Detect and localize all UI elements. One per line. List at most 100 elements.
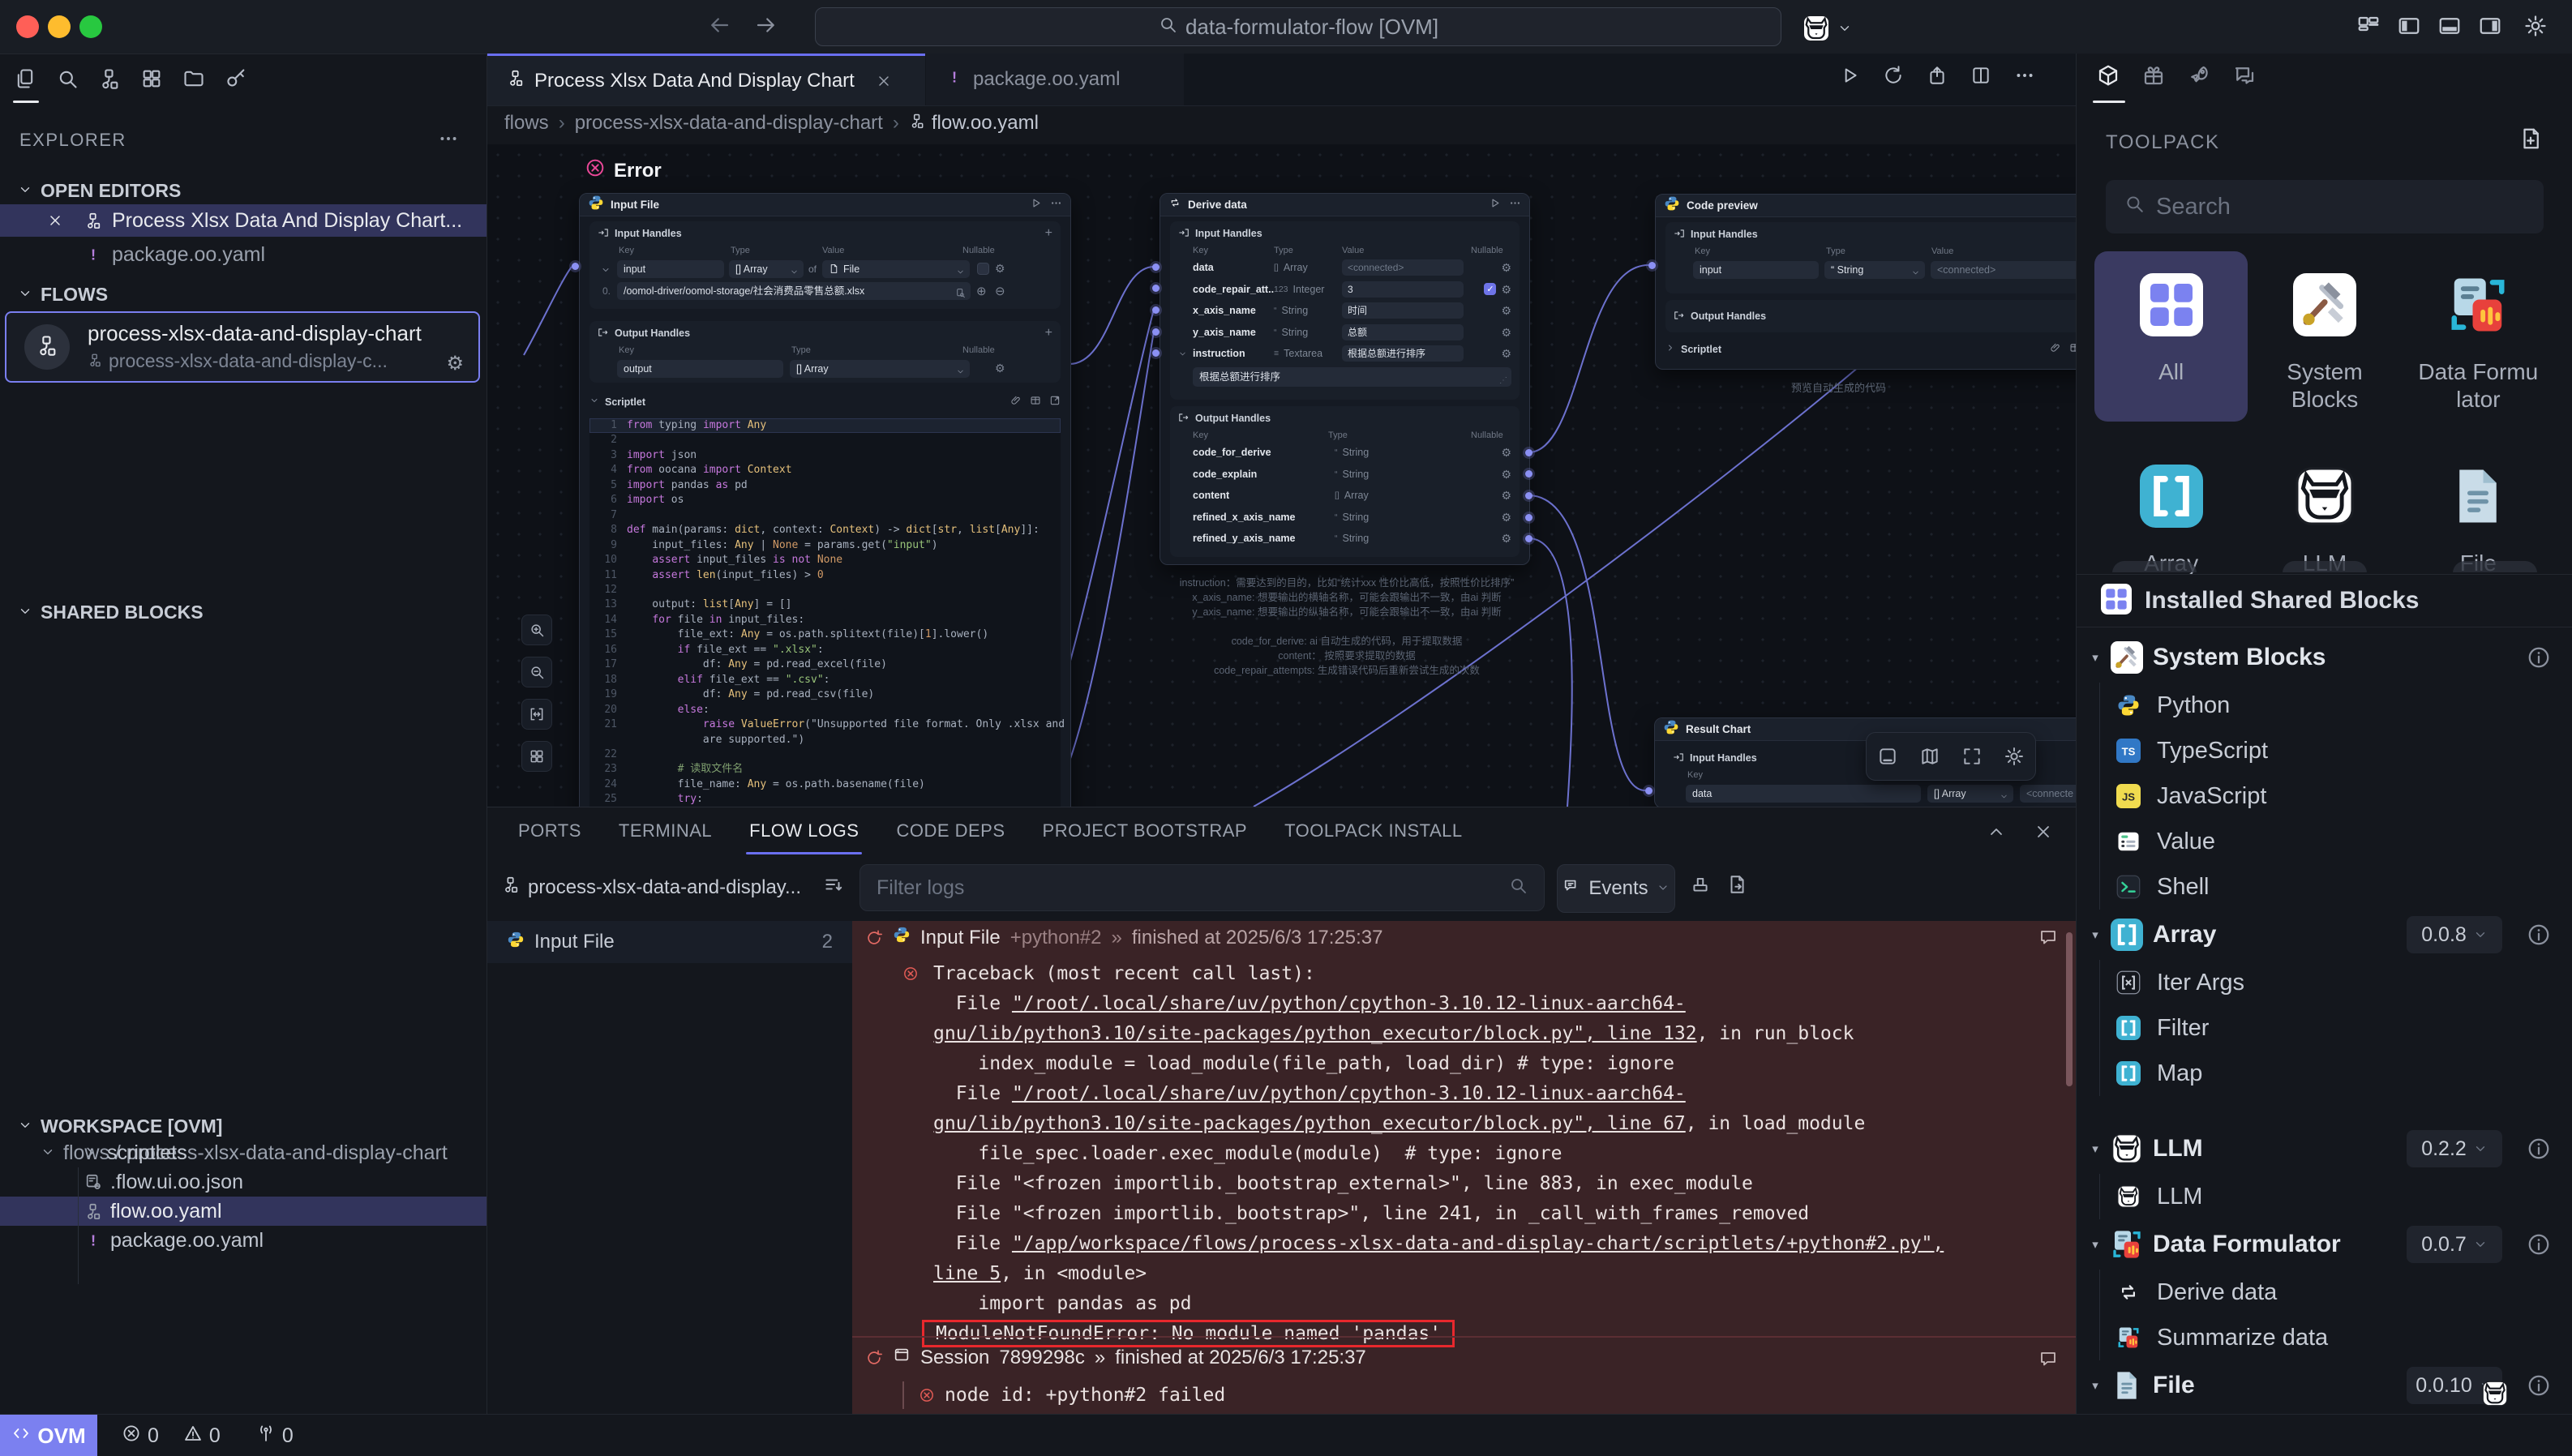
comment-icon[interactable] (2038, 927, 2058, 951)
installed-group-data-formulator[interactable]: ▾Data Formulator0.0.7 (2077, 1219, 2572, 1270)
info-icon[interactable] (2527, 1232, 2551, 1257)
warnings-status[interactable]: 0 (183, 1424, 221, 1449)
version-select[interactable]: 0.0.8 (2407, 916, 2502, 953)
layout-grid-icon[interactable] (2356, 14, 2381, 42)
handle-dot[interactable] (572, 263, 579, 270)
rerun-icon[interactable] (865, 929, 883, 947)
installed-block-derive-data[interactable]: Derive data (2100, 1270, 2572, 1315)
toggle-right-panel-icon[interactable] (2478, 14, 2502, 42)
handle-key-field[interactable]: input (1693, 261, 1819, 279)
handle-value-select[interactable]: File (822, 260, 970, 278)
installed-block-filter[interactable]: Filter (2100, 1005, 2572, 1051)
toggle-bottom-panel-icon[interactable] (2437, 14, 2462, 42)
assistant-chevron-icon[interactable] (1837, 21, 1852, 40)
toggle-left-panel-icon[interactable] (2397, 14, 2421, 42)
handle-dot[interactable] (1525, 492, 1532, 499)
node-header[interactable]: Code preview (1656, 195, 2076, 217)
open-editor-icon[interactable] (1049, 395, 1061, 409)
file-search-icon[interactable] (955, 286, 966, 300)
handle-dot[interactable] (1525, 470, 1532, 477)
handle-type-select[interactable]: [] Array (729, 260, 804, 278)
assistant-husky-icon[interactable] (1802, 14, 1831, 47)
handle-key-field[interactable]: data (1686, 785, 1921, 803)
node-header[interactable]: Input File (580, 194, 1070, 216)
log-view-toggle-icon[interactable] (823, 874, 844, 899)
installed-block-iter-args[interactable]: Iter Args (2100, 960, 2572, 1005)
fullscreen-icon[interactable] (1961, 746, 1983, 767)
panel-tab-code-deps[interactable]: CODE DEPS (896, 820, 1005, 845)
installed-block-llm[interactable]: LLM (2100, 1174, 2572, 1219)
zoom-in-button[interactable] (521, 615, 552, 645)
zoom-out-button[interactable] (521, 657, 552, 687)
derive-output-row[interactable]: refined_x_axis_name“String⚙ (1170, 507, 1520, 529)
log-content[interactable]: Input File +python#2 » finished at 2025/… (852, 921, 2076, 1415)
instruction-textarea[interactable]: 根据总额进行排序 ⋰ (1193, 367, 1511, 387)
handle-dot[interactable] (1648, 262, 1656, 269)
installed-block-map[interactable]: Map (2100, 1051, 2572, 1096)
node-input-file[interactable]: Input File Input Handles + Key Type Valu… (579, 193, 1071, 807)
installed-block-javascript[interactable]: JSJavaScript (2100, 773, 2572, 819)
handle-dot[interactable] (1645, 787, 1653, 794)
info-icon[interactable] (2527, 923, 2551, 947)
chat-tab-icon[interactable] (2232, 63, 2257, 92)
toolpack-card-system-blocks[interactable]: System Blocks (2248, 251, 2401, 422)
node-more-icon[interactable] (1050, 197, 1062, 213)
packages-tab-icon[interactable] (2141, 63, 2166, 92)
handle-type-select[interactable]: “ String (1824, 261, 1925, 279)
handle-dot[interactable] (1152, 285, 1160, 292)
nullable-checkbox[interactable] (977, 263, 989, 275)
rerun-icon[interactable] (865, 1349, 883, 1367)
activity-key-icon[interactable] (222, 65, 250, 92)
handle-dot[interactable] (1152, 306, 1160, 314)
editor-action-play[interactable] (1839, 65, 1860, 90)
handle-dot[interactable] (1525, 535, 1532, 542)
toolpack-search-input[interactable]: Search (2106, 180, 2544, 233)
fit-view-button[interactable] (521, 699, 552, 730)
handle-dot[interactable] (1152, 349, 1160, 357)
comment-icon[interactable] (2038, 1349, 2058, 1372)
node-derive-data[interactable]: Derive data Input Handles Key Type Value… (1160, 193, 1530, 565)
handle-value-field[interactable]: <connecte (2020, 785, 2076, 803)
toolpack-card-all[interactable]: All (2094, 251, 2248, 422)
file-path-field[interactable]: /oomol-driver/oomol-storage/社会消费品零售总额.xl… (617, 282, 971, 300)
tab-package-yaml[interactable]: ! package.oo.yaml (926, 54, 1184, 105)
add-handle-icon[interactable]: + (1045, 226, 1052, 241)
flow-card-gear-icon[interactable]: ⚙ (446, 352, 464, 375)
panel-tab-terminal[interactable]: TERMINAL (619, 820, 712, 845)
installed-block-shell[interactable]: Shell (2100, 864, 2572, 910)
close-tab-icon[interactable] (876, 73, 892, 89)
derive-output-row[interactable]: code_for_derive“String⚙ (1170, 442, 1520, 464)
activity-flow-icon[interactable] (96, 65, 123, 92)
log-scrollbar[interactable] (2066, 932, 2073, 1086)
tree-item--flow-ui-oo-json[interactable]: .flow.ui.oo.json (0, 1167, 487, 1197)
flow-card[interactable]: process-xlsx-data-and-display-chart proc… (5, 311, 480, 383)
attach-icon[interactable] (2050, 342, 2061, 356)
tree-item-flow-oo-yaml[interactable]: flow.oo.yaml (0, 1197, 487, 1226)
derive-output-row[interactable]: code_explain“String⚙ (1170, 464, 1520, 486)
row-chevron-icon[interactable] (601, 264, 611, 279)
run-node-icon[interactable] (1030, 197, 1042, 213)
maximize-window-button[interactable] (79, 15, 102, 38)
assistant-husky-icon[interactable] (2481, 1380, 2509, 1411)
explorer-more-icon[interactable] (438, 128, 459, 153)
node-header[interactable]: Derive data (1160, 194, 1529, 216)
remote-indicator[interactable]: OVM (0, 1415, 97, 1456)
deploy-tab-icon[interactable] (2187, 63, 2211, 92)
handle-dot[interactable] (1525, 514, 1532, 521)
open-editor-item[interactable]: Process Xlsx Data And Display Chart... (0, 204, 487, 237)
derive-output-row[interactable]: refined_y_axis_name“String⚙ (1170, 528, 1520, 550)
node-code-preview[interactable]: Code preview Input Handles + Key Type Va… (1655, 194, 2076, 370)
scriptlet-code-editor[interactable]: 1from typing import Any2 3import json4fr… (589, 418, 1061, 807)
add-handle-icon[interactable]: + (1045, 326, 1052, 340)
close-editor-icon[interactable] (47, 212, 63, 229)
installed-block-python[interactable]: Python (2100, 683, 2572, 728)
handle-dot[interactable] (1525, 449, 1532, 456)
forward-icon[interactable] (754, 13, 778, 41)
activity-search-icon[interactable] (54, 65, 81, 92)
installed-block-value[interactable]: Value (2100, 819, 2572, 864)
close-window-button[interactable] (16, 15, 39, 38)
errors-status[interactable]: 0 (122, 1424, 159, 1449)
toolpack-tab-icon[interactable] (2096, 63, 2120, 92)
version-select[interactable]: 0.0.7 (2407, 1226, 2502, 1263)
clear-logs-icon[interactable] (1690, 874, 1711, 899)
